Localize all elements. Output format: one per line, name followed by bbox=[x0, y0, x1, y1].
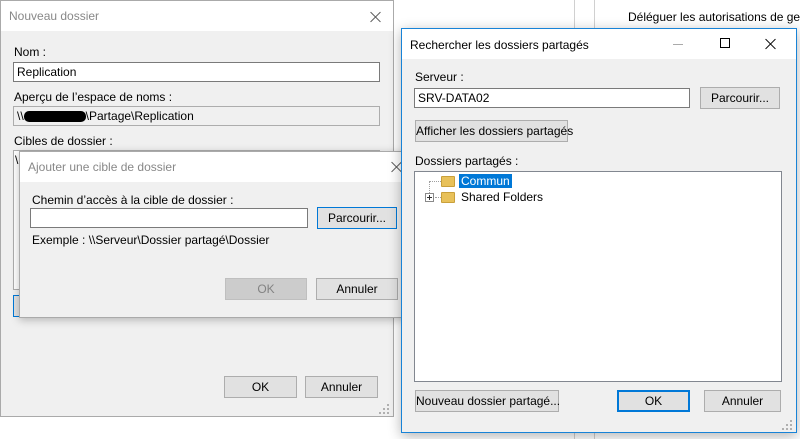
server-label: Serveur : bbox=[415, 70, 464, 84]
new-folder-cancel-button[interactable]: Annuler bbox=[305, 376, 378, 398]
namespace-preview-label: Aperçu de l’espace de noms : bbox=[14, 90, 173, 104]
expand-icon[interactable] bbox=[425, 193, 434, 202]
preview-prefix: \\ bbox=[17, 109, 24, 123]
expand-icon-v bbox=[429, 195, 430, 200]
tree-item-label: Commun bbox=[459, 174, 512, 188]
new-folder-titlebar: Nouveau dossier bbox=[1, 1, 393, 31]
server-input[interactable]: SRV-DATA02 bbox=[414, 88, 690, 108]
namespace-preview-field: \\ \Partage\Replication bbox=[13, 106, 380, 126]
target-path-input[interactable] bbox=[30, 208, 308, 228]
tree-line bbox=[430, 181, 441, 182]
minimize-icon[interactable] bbox=[673, 44, 683, 45]
new-share-button[interactable]: Nouveau dossier partagé... bbox=[415, 390, 560, 412]
show-shares-button[interactable]: Afficher les dossiers partagés bbox=[415, 120, 573, 142]
browse-title: Rechercher les dossiers partagés bbox=[410, 38, 589, 52]
folder-icon bbox=[441, 192, 455, 203]
folder-icon bbox=[441, 176, 455, 187]
new-folder-ok-button[interactable]: OK bbox=[224, 376, 297, 398]
add-target-cancel-button[interactable]: Annuler bbox=[316, 278, 398, 300]
folder-targets-label: Cibles de dossier : bbox=[14, 134, 113, 148]
resize-grip-icon[interactable] bbox=[782, 418, 794, 430]
name-field[interactable]: Replication bbox=[13, 62, 380, 82]
name-label: Nom : bbox=[14, 45, 47, 59]
shares-label: Dossiers partagés : bbox=[415, 154, 519, 168]
add-target-titlebar: Ajouter une cible de dossier bbox=[20, 152, 407, 182]
add-target-dialog: Ajouter une cible de dossier Chemin d’ac… bbox=[19, 151, 408, 318]
background-menu-item[interactable]: Déléguer les autorisations de ge... bbox=[628, 10, 800, 24]
browse-titlebar: Rechercher les dossiers partagés bbox=[402, 29, 796, 59]
target-example-text: Exemple : \\Serveur\Dossier partagé\Doss… bbox=[32, 233, 270, 247]
browse-ok-button[interactable]: OK bbox=[617, 390, 690, 412]
target-browse-button[interactable]: Parcourir... bbox=[317, 207, 397, 229]
tree-item-label: Shared Folders bbox=[461, 190, 544, 204]
folder-targets-partial: \ bbox=[15, 153, 19, 167]
shares-tree[interactable]: Commun Shared Folders bbox=[414, 171, 782, 382]
preview-suffix: \Partage\Replication bbox=[85, 109, 194, 123]
add-target-ok-button[interactable]: OK bbox=[225, 278, 307, 300]
add-target-title: Ajouter une cible de dossier bbox=[28, 160, 177, 174]
resize-grip-icon[interactable] bbox=[379, 402, 391, 414]
close-icon[interactable] bbox=[763, 36, 779, 52]
new-folder-title: Nouveau dossier bbox=[9, 9, 100, 23]
browse-cancel-button[interactable]: Annuler bbox=[704, 390, 781, 412]
close-icon[interactable] bbox=[368, 9, 384, 25]
server-browse-button[interactable]: Parcourir... bbox=[700, 87, 780, 109]
target-path-label: Chemin d’accès à la cible de dossier : bbox=[32, 193, 234, 207]
maximize-icon[interactable] bbox=[720, 38, 730, 48]
redacted-server-name bbox=[23, 110, 86, 122]
browse-shares-dialog: Rechercher les dossiers partagés Serveur… bbox=[401, 28, 797, 433]
